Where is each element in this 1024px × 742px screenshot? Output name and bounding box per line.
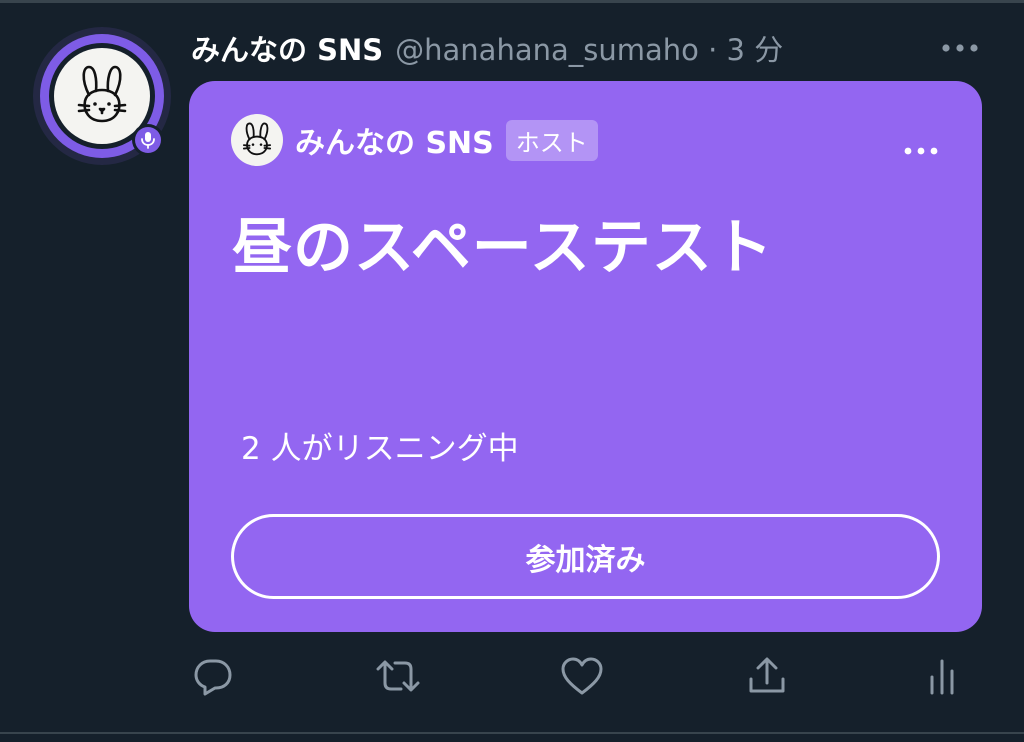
tweet-header: みんなの SNS @hanahana_sumaho · 3 分 — [191, 26, 783, 70]
analytics-icon — [930, 659, 954, 695]
joined-button[interactable]: 参加済み — [231, 514, 940, 599]
retweet-icon — [376, 660, 420, 692]
rabbit-icon — [77, 65, 127, 123]
microphone-icon — [141, 132, 155, 149]
more-horizontal-icon — [904, 147, 938, 155]
display-name[interactable]: みんなの SNS — [191, 27, 383, 69]
host-name: みんなの SNS — [295, 126, 494, 161]
space-tweet: みんなの SNS @hanahana_sumaho · 3 分 みんなの SNS… — [0, 0, 1024, 742]
handle-and-timestamp[interactable]: @hanahana_sumaho · 3 分 — [395, 27, 783, 69]
divider — [0, 0, 1024, 3]
avatar[interactable] — [40, 34, 164, 158]
host-avatar — [231, 114, 283, 166]
space-card[interactable]: みんなの SNS ホスト 昼のスペーステスト 2 人がリスニング中 参加済み — [189, 81, 982, 632]
host-badge: ホスト — [505, 119, 598, 161]
reply-button[interactable] — [189, 652, 237, 700]
heart-icon — [561, 657, 603, 695]
more-horizontal-icon — [942, 44, 978, 52]
share-icon — [749, 657, 785, 693]
space-more-button[interactable] — [897, 139, 945, 163]
space-host: みんなの SNS ホスト — [231, 114, 598, 166]
rabbit-icon — [242, 122, 272, 156]
share-button[interactable] — [743, 652, 791, 700]
divider — [0, 732, 1024, 734]
listener-count: 2 人がリスニング中 — [241, 431, 519, 467]
space-title: 昼のスペーステスト — [232, 213, 774, 283]
reply-icon — [194, 659, 232, 696]
retweet-button[interactable] — [374, 652, 422, 700]
more-options-button[interactable] — [936, 36, 984, 60]
like-button[interactable] — [558, 652, 606, 700]
space-badge — [132, 124, 164, 156]
views-button[interactable] — [918, 652, 966, 700]
